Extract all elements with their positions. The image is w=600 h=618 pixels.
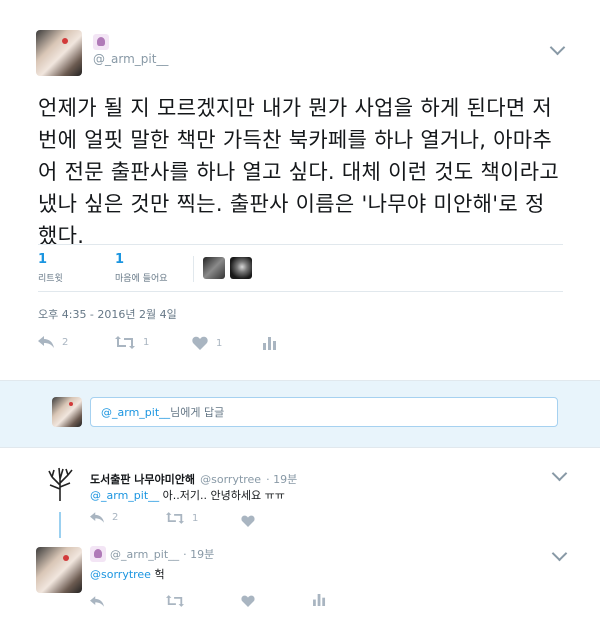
liker-avatar-2[interactable] [230,257,252,279]
reply2-text: @sorrytree 헉 [90,566,165,582]
heart-icon [241,595,255,607]
reply-input-mention: @_arm_pit__ [101,405,171,419]
retweet-action[interactable]: 1 [115,336,149,349]
reply1-header: 도서출판 나무야미안해 @sorrytree · 19분 [90,468,297,487]
reply2-menu-chevron-icon[interactable] [551,545,568,562]
author-emoji-icon [93,34,109,50]
author-avatar[interactable] [36,30,82,76]
reply-icon [90,596,104,607]
reply2-time[interactable]: · 19분 [183,546,214,562]
heart-icon [241,515,255,527]
author-identity[interactable]: @_arm_pit__ [93,34,168,66]
reply2-reply-action[interactable] [90,592,104,611]
analytics-icon [263,337,276,350]
reply2-avatar[interactable] [36,547,82,593]
reply2-emoji-icon [90,546,106,562]
reply2-retweet-action[interactable] [166,592,184,611]
retweet-count: 1 [143,337,150,348]
liker-avatar-1[interactable] [203,257,225,279]
reply2-like-action[interactable] [241,592,255,611]
retweet-icon [166,512,184,524]
reply1-retweet-action[interactable]: 1 [166,512,198,524]
reply-action[interactable]: 2 [38,336,68,348]
reply1-like-action[interactable] [241,512,255,531]
reply2-handle[interactable]: @_arm_pit__ [110,548,179,561]
retweets-label: 리트윗 [38,274,63,284]
reply-input[interactable]: @_arm_pit__ 님에게 답글 [90,397,558,427]
reply-icon [90,512,104,523]
stats-bottom-divider [38,291,563,292]
reply2-analytics-action[interactable] [313,591,326,610]
retweet-icon [166,595,184,607]
retweets-count: 1 [38,252,48,267]
reply1-avatar[interactable] [42,465,78,501]
tree-icon [48,467,73,501]
tweet-text: 언제가 될 지 모르겠지만 내가 뭔가 사업을 하게 된다면 저번에 얼핏 말한… [38,96,560,248]
likes-stat[interactable]: 1 마음에 들어요 [115,252,168,284]
reply1-handle[interactable]: @sorrytree [200,473,261,486]
author-handle[interactable]: @_arm_pit__ [93,52,168,66]
reply1-reply-action[interactable]: 2 [90,512,118,523]
retweet-icon [115,336,135,349]
reply1-body: 아..저기.. 안녕하세요 ㅠㅠ [159,489,285,502]
likes-label: 마음에 들어요 [115,274,168,284]
reply1-reply-count: 2 [112,512,119,523]
reply-input-placeholder: 님에게 답글 [170,406,225,419]
reply1-mention[interactable]: @_arm_pit__ [90,489,159,502]
reply-count: 2 [62,336,69,348]
tweet-menu-chevron-icon[interactable] [549,39,566,56]
reply1-name[interactable]: 도서출판 나무야미안해 [90,473,195,486]
thread-connector [59,512,61,538]
stats-divider [193,256,194,282]
analytics-icon [313,594,326,606]
reply1-time[interactable]: · 19분 [266,473,297,486]
like-action[interactable]: 1 [192,336,222,350]
analytics-action[interactable] [263,335,277,354]
like-count: 1 [216,337,223,349]
current-user-avatar[interactable] [52,397,82,427]
reply2-body: 헉 [150,568,165,581]
reply1-menu-chevron-icon[interactable] [551,465,568,482]
reply1-retweet-count: 1 [192,512,199,524]
tweet-timestamp[interactable]: 오후 4:35 - 2016년 2월 4일 [38,306,177,322]
heart-icon [192,336,208,350]
reply-icon [38,336,54,348]
stats-top-divider [38,244,563,245]
reply2-header: @_arm_pit__ · 19분 [90,546,214,562]
retweets-stat[interactable]: 1 리트윗 [38,252,63,284]
reply1-text: @_arm_pit__ 아..저기.. 안녕하세요 ㅠㅠ [90,487,285,503]
likes-count: 1 [115,252,125,267]
reply2-mention[interactable]: @sorrytree [90,568,151,581]
